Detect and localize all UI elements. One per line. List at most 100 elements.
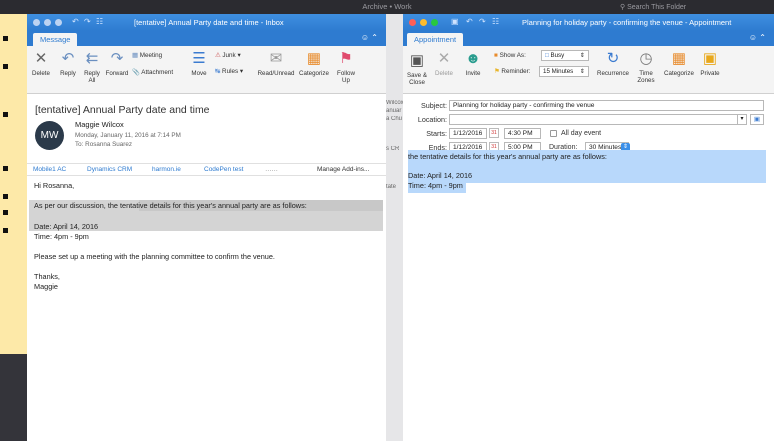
location-dropdown-button[interactable]: ▾	[737, 114, 747, 125]
minimize-window-button[interactable]	[44, 19, 51, 26]
bullet-square	[3, 166, 8, 171]
busy-swatch-icon: □	[545, 52, 549, 59]
appointment-window-title: Planning for holiday party - confirming …	[522, 18, 732, 27]
body-request: Please set up a meeting with the plannin…	[34, 252, 275, 261]
chevron-updown-icon: ⇕	[579, 68, 585, 75]
addins-bar: Mobile1 AC Dynamics CRM harmon.ie CodePe…	[27, 163, 386, 176]
start-time-input[interactable]: 4:30 PM	[504, 128, 541, 139]
category-tiles-icon: ▦	[671, 50, 687, 67]
reply-button[interactable]: ↶ Reply	[57, 50, 79, 77]
appointment-titlebar: ▣ ↶ ↷ ☷ Planning for holiday party - con…	[403, 14, 774, 31]
collapse-ribbon-icon[interactable]: ⌃	[371, 33, 378, 42]
collapse-ribbon-icon[interactable]: ⌃	[759, 33, 766, 42]
body-thanks: Thanks,	[34, 272, 60, 281]
rules-icon: ↹	[215, 68, 221, 75]
invite-button[interactable]: ☻ Invite	[462, 50, 484, 77]
save-close-button[interactable]: ▣ Save & Close	[405, 52, 429, 86]
undo-icon[interactable]: ↶	[72, 17, 79, 26]
customize-icon[interactable]: ☷	[96, 17, 103, 26]
show-as-select[interactable]: □ Busy ⇕	[541, 50, 589, 61]
all-day-label: All day event	[561, 130, 602, 137]
email-recipients[interactable]: To: Rosanna Suarez	[75, 141, 132, 148]
room-finder-icon: ▣	[753, 116, 761, 123]
meeting-button[interactable]: ▦ Meeting	[132, 52, 162, 59]
appointment-ribbon: ▣ Save & Close ✕ Delete ☻ Invite ■ Show As:…	[403, 46, 774, 94]
addin-codepen[interactable]: CodePen test	[204, 166, 243, 173]
room-finder-button[interactable]: ▣	[750, 114, 764, 125]
reply-all-button[interactable]: ⇇ Reply All	[80, 50, 104, 84]
bullet-square	[3, 112, 8, 117]
location-input[interactable]	[449, 114, 747, 125]
zoom-window-button[interactable]	[55, 19, 62, 26]
categorize-button[interactable]: ▦ Categorize	[661, 50, 697, 77]
all-day-checkbox[interactable]	[550, 130, 557, 137]
forward-icon: ↷	[110, 50, 124, 67]
lock-icon: ▣	[702, 50, 718, 67]
tab-message[interactable]: Message	[33, 33, 78, 46]
busy-status-icon: ■	[494, 52, 498, 59]
sender-name[interactable]: Maggie Wilcox	[75, 120, 124, 129]
recurrence-button[interactable]: ↻ Recurrence	[596, 50, 630, 77]
save-icon[interactable]: ▣	[451, 17, 459, 26]
customize-icon[interactable]: ☷	[492, 17, 499, 26]
background-reading-pane: Wilcox anuar a Chu s CR tate	[386, 14, 403, 441]
email-ribbon-tabs: Message ☺ ⌃	[27, 31, 386, 46]
background-search-field[interactable]: ⚲ Search This Folder	[620, 3, 686, 11]
redo-icon[interactable]: ↷	[479, 17, 486, 26]
email-window-title: [tentative] Annual Party date and time -…	[134, 18, 284, 27]
junk-button[interactable]: ⚠ Junk ▾	[215, 52, 241, 59]
email-date: Monday, January 11, 2016 at 7:14 PM	[75, 132, 181, 139]
calendar-icon: ▦	[132, 52, 138, 59]
subject-input[interactable]: Planning for holiday party - confirming …	[449, 100, 764, 111]
redo-icon[interactable]: ↷	[84, 17, 91, 26]
body-signoff: Maggie	[34, 282, 58, 291]
body-greeting: Hi Rosanna,	[34, 181, 75, 190]
follow-up-button[interactable]: ⚑ Follow Up	[333, 50, 359, 84]
delete-button[interactable]: ✕ Delete	[433, 50, 455, 77]
reminder-select[interactable]: 15 Minutes ⇕	[539, 66, 589, 77]
bell-icon: ⚑	[494, 68, 500, 75]
undo-icon[interactable]: ↶	[466, 17, 473, 26]
categorize-button[interactable]: ▦ Categorize	[296, 50, 332, 77]
save-close-icon: ▣	[409, 52, 425, 69]
addin-dynamics-crm[interactable]: Dynamics CRM	[87, 166, 132, 173]
envelope-icon: ✉	[269, 50, 283, 67]
email-titlebar: ↶ ↷ ☷ [tentative] Annual Party date and …	[27, 14, 386, 31]
rules-button[interactable]: ↹ Rules ▾	[215, 68, 243, 75]
bullet-square	[3, 228, 8, 233]
attachment-button[interactable]: 📎 Attachment	[132, 68, 173, 76]
clock-globe-icon: ◷	[639, 50, 653, 67]
move-button[interactable]: ☰ Move	[188, 50, 210, 77]
smiley-feedback-icon[interactable]: ☺	[361, 33, 369, 42]
zoom-window-button[interactable]	[431, 19, 438, 26]
private-button[interactable]: ▣ Private	[698, 50, 722, 77]
manage-addins-link[interactable]: Manage Add-ins...	[317, 166, 369, 173]
read-unread-button[interactable]: ✉ Read/Unread	[257, 50, 295, 77]
location-label: Location:	[417, 115, 447, 124]
minimize-window-button[interactable]	[420, 19, 427, 26]
tab-appointment[interactable]: Appointment	[407, 33, 464, 46]
appt-body-time: Time: 4pm - 9pm	[408, 181, 463, 190]
start-date-input[interactable]: 1/12/2016	[449, 128, 487, 139]
junk-icon: ⚠	[215, 52, 221, 59]
bullet-square	[3, 36, 8, 41]
background-dark-area	[0, 354, 27, 441]
close-window-button[interactable]	[33, 19, 40, 26]
email-subject: [tentative] Annual Party date and time	[35, 104, 210, 116]
smiley-feedback-icon[interactable]: ☺	[749, 33, 757, 42]
bullet-square	[3, 210, 8, 215]
close-window-button[interactable]	[409, 19, 416, 26]
body-date: Date: April 14, 2016	[34, 222, 99, 231]
forward-button[interactable]: ↷ Forward	[105, 50, 129, 77]
addins-more[interactable]: ……	[265, 166, 278, 173]
addin-harmonie[interactable]: harmon.ie	[152, 166, 181, 173]
addin-mobile1[interactable]: Mobile1 AC	[33, 166, 66, 173]
recurrence-icon: ↻	[606, 50, 620, 67]
delete-button[interactable]: ✕ Delete	[30, 50, 52, 77]
calendar-picker-icon[interactable]: 31	[489, 128, 499, 138]
reply-icon: ↶	[61, 50, 75, 67]
folder-move-icon: ☰	[192, 50, 206, 67]
delete-x-icon: ✕	[437, 50, 451, 67]
background-sticky-panel	[0, 14, 27, 354]
time-zones-button[interactable]: ◷ Time Zones	[633, 50, 659, 84]
